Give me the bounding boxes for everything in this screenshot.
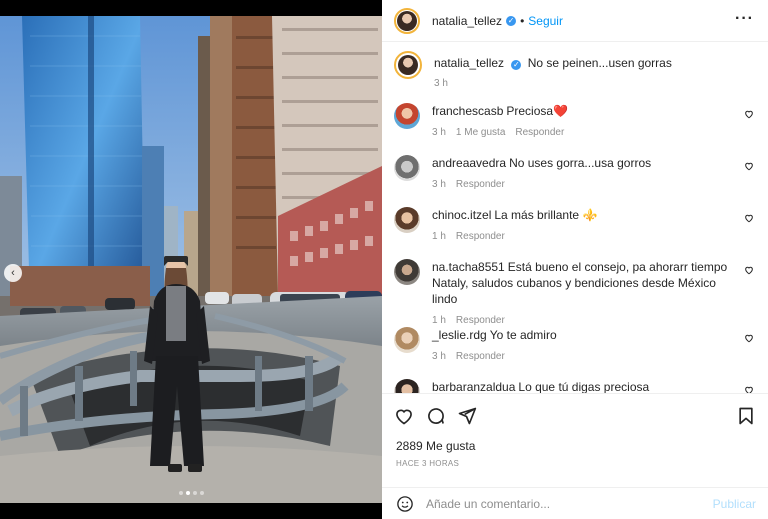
- bottom-border: [0, 503, 382, 519]
- comment-bubble-icon[interactable]: [426, 406, 446, 426]
- instagram-post-modal: ‹ natalia_tellez ✓ • Seguir ··· natalia_…: [0, 0, 768, 519]
- like-heart-icon[interactable]: [394, 406, 414, 426]
- carousel-dot: [192, 491, 197, 495]
- comment-username[interactable]: _leslie.rdg: [432, 328, 487, 342]
- post-actions: 2889 Me gusta HACE 3 HORAS: [382, 393, 768, 488]
- verified-badge-icon: ✓: [506, 15, 517, 26]
- chevron-left-icon: ‹: [11, 267, 15, 279]
- comment-text: No uses gorra...usa gorros: [509, 156, 652, 170]
- post-photo[interactable]: ‹: [0, 16, 382, 503]
- comment-username[interactable]: franchescasb: [432, 104, 503, 118]
- comment-text: Yo te admiro: [489, 328, 557, 342]
- comment-text: Preciosa: [506, 104, 554, 118]
- comment-username[interactable]: chinoc.itzel: [432, 208, 491, 222]
- comment-item: chinoc.itzel La más brillante ⚜️ 1 h Resp…: [394, 207, 756, 242]
- comment-item: _leslie.rdg Yo te admiro 3 h Responder: [394, 327, 756, 362]
- caption-username[interactable]: natalia_tellez: [434, 56, 504, 70]
- comment-item: barbaranzaldua Lo que tú digas preciosa: [394, 379, 756, 393]
- comment-likes-count[interactable]: 1 Me gusta: [456, 127, 505, 138]
- fleur-de-lis-emoji-icon: ⚜️: [582, 208, 598, 222]
- carousel-dots: [0, 491, 382, 495]
- comment-item: franchescasb Preciosa❤️ 3 h 1 Me gusta Re…: [394, 103, 756, 138]
- reply-button[interactable]: Responder: [456, 179, 505, 190]
- comment-time[interactable]: 1 h: [432, 315, 446, 326]
- author-username[interactable]: natalia_tellez: [432, 14, 502, 28]
- comment-item: na.tacha8551 Está bueno el consejo, pa ah…: [394, 259, 756, 326]
- post-header: natalia_tellez ✓ • Seguir ···: [382, 0, 768, 42]
- carousel-dot: [178, 491, 183, 495]
- carousel-dot-active: [185, 491, 190, 495]
- comment-text: Lo que tú digas preciosa: [518, 380, 650, 393]
- comment-time[interactable]: 3 h: [432, 351, 446, 362]
- more-horizontal-icon[interactable]: ···: [735, 10, 754, 28]
- comment-username[interactable]: andreaavedra: [432, 156, 506, 170]
- commenter-avatar[interactable]: [394, 379, 420, 393]
- like-comment-heart-icon[interactable]: [744, 265, 754, 275]
- author-avatar[interactable]: [394, 7, 420, 34]
- comment-time[interactable]: 3 h: [432, 179, 446, 190]
- verified-badge-icon: ✓: [511, 60, 522, 70]
- commenter-avatar[interactable]: [394, 207, 420, 233]
- reply-button[interactable]: Responder: [515, 127, 564, 138]
- commenter-avatar[interactable]: [394, 327, 420, 353]
- like-comment-heart-icon[interactable]: [744, 385, 754, 393]
- post-details-panel: natalia_tellez ✓ • Seguir ··· natalia_te…: [382, 0, 768, 519]
- comment-item: andreaavedra No uses gorra...usa gorros 3…: [394, 155, 756, 190]
- like-comment-heart-icon[interactable]: [744, 333, 754, 343]
- post-caption: natalia_tellez ✓ No se peinen...usen gor…: [394, 51, 672, 89]
- publish-button[interactable]: Publicar: [713, 497, 756, 511]
- add-comment-bar: Publicar: [382, 487, 768, 519]
- caption-author-avatar[interactable]: [394, 51, 422, 79]
- comments-list[interactable]: natalia_tellez ✓ No se peinen...usen gor…: [382, 43, 768, 393]
- caption-time[interactable]: 3 h: [434, 78, 672, 89]
- emoji-smiley-icon[interactable]: [396, 495, 414, 513]
- heart-emoji-icon: ❤️: [553, 104, 569, 118]
- separator-dot: •: [520, 13, 525, 28]
- likes-count[interactable]: 2889 Me gusta: [396, 439, 475, 453]
- street-scene-image: [0, 16, 382, 503]
- comment-username[interactable]: barbaranzaldua: [432, 380, 515, 393]
- commenter-avatar[interactable]: [394, 259, 420, 285]
- share-send-icon[interactable]: [457, 406, 477, 426]
- carousel-prev-button[interactable]: ‹: [4, 264, 22, 282]
- comment-input[interactable]: [426, 496, 696, 511]
- comment-text: La más brillante: [494, 208, 580, 222]
- reply-button[interactable]: Responder: [456, 351, 505, 362]
- carousel-dot: [199, 491, 204, 495]
- post-timestamp[interactable]: HACE 3 HORAS: [396, 459, 459, 468]
- comment-time[interactable]: 1 h: [432, 231, 446, 242]
- reply-button[interactable]: Responder: [456, 231, 505, 242]
- commenter-avatar[interactable]: [394, 103, 420, 129]
- save-bookmark-icon[interactable]: [736, 406, 756, 426]
- reply-button[interactable]: Responder: [456, 315, 505, 326]
- like-comment-heart-icon[interactable]: [744, 109, 754, 119]
- like-comment-heart-icon[interactable]: [744, 213, 754, 223]
- like-comment-heart-icon[interactable]: [744, 161, 754, 171]
- caption-text: No se peinen...usen gorras: [527, 56, 672, 70]
- follow-button[interactable]: Seguir: [528, 14, 563, 28]
- comment-username[interactable]: na.tacha8551: [432, 260, 505, 274]
- comment-time[interactable]: 3 h: [432, 127, 446, 138]
- commenter-avatar[interactable]: [394, 155, 420, 181]
